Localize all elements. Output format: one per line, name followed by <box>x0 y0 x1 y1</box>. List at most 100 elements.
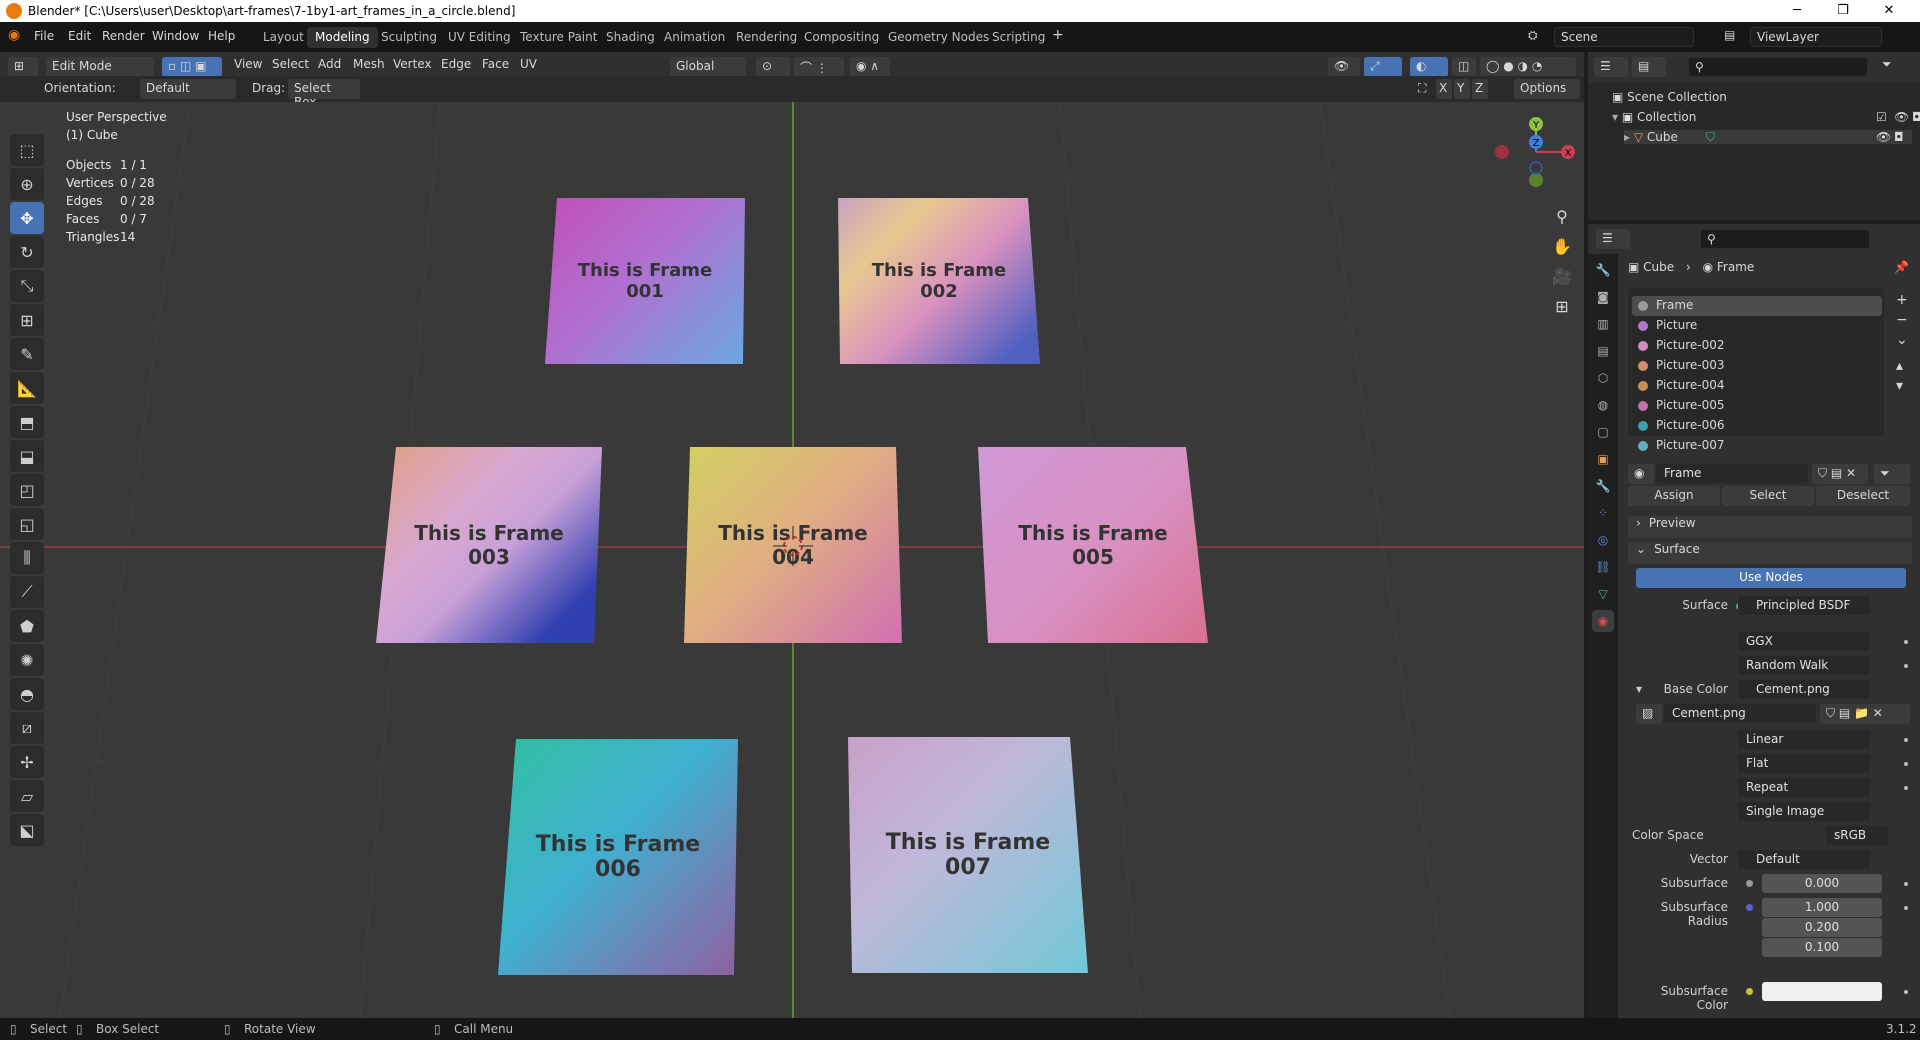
menu-view[interactable]: View <box>234 57 262 71</box>
data-tab-icon[interactable]: ▽ <box>1592 583 1614 605</box>
drag-dropdown[interactable]: Select Box <box>288 79 360 109</box>
editor-type-icon[interactable]: ⊞ <box>8 57 38 77</box>
3d-viewport[interactable]: ⬚ ⊕ ✥ ↻ ⤡ ⊞ ✎ 📐 ⬒ ⬓ ◰ ◱ ⫼ ⟋ ⬟ ✺ ◓ ⧄ ✢ ▱ … <box>0 102 1584 1018</box>
vector-link[interactable]: Default <box>1738 850 1870 869</box>
edge-slide-tool-icon[interactable]: ⧄ <box>10 712 44 744</box>
view-layer-selector[interactable]: ViewLayer <box>1750 27 1882 47</box>
gizmo-toggle-icon[interactable]: ⤢ <box>1364 57 1402 77</box>
options-dropdown[interactable]: Options <box>1514 79 1580 99</box>
use-nodes-button[interactable]: Use Nodes <box>1636 568 1906 588</box>
mirror-y[interactable]: Y <box>1454 79 1470 99</box>
spin-tool-icon[interactable]: ✺ <box>10 644 44 676</box>
snap-icon[interactable]: ⌒ ⋮ <box>794 57 844 77</box>
expand-icon[interactable]: ▾ <box>1612 110 1622 124</box>
physics-tab-icon[interactable]: ◎ <box>1592 529 1614 551</box>
scene-selector[interactable]: Scene <box>1554 27 1694 47</box>
tab-rendering[interactable]: Rendering <box>728 27 805 48</box>
tab-animation[interactable]: Animation <box>656 27 733 48</box>
select-mode-buttons[interactable]: ▫ ◫ ▣ <box>162 57 222 77</box>
eye-icon[interactable]: 👁 <box>1894 110 1909 124</box>
frame-003[interactable]: This is Frame 003 <box>376 447 602 643</box>
menu-mesh[interactable]: Mesh <box>353 57 385 71</box>
shear-tool-icon[interactable]: ▱ <box>10 780 44 812</box>
image-datablock-buttons[interactable]: ⛉ ▤ 📁 ✕ <box>1820 704 1910 724</box>
orientation-dropdown[interactable]: Default <box>140 79 236 99</box>
material-slot[interactable]: Picture-007 <box>1632 436 1882 456</box>
rip-tool-icon[interactable]: ⬕ <box>10 814 44 846</box>
inset-tool-icon[interactable]: ◰ <box>10 474 44 506</box>
subsurface-radius-y[interactable]: 0.200 <box>1762 918 1882 937</box>
projection-dropdown[interactable]: Flat <box>1738 754 1870 773</box>
material-slot[interactable]: Frame <box>1632 296 1882 316</box>
render-camera-icon[interactable]: ◘ <box>1912 110 1920 124</box>
collection-tab-icon[interactable]: ▢ <box>1592 421 1614 443</box>
shrink-fatten-tool-icon[interactable]: ✢ <box>10 746 44 778</box>
measure-tool-icon[interactable]: 📐 <box>10 372 44 404</box>
outliner-editor-type-icon[interactable]: ☰ <box>1594 57 1628 77</box>
menu-edit[interactable]: Edit <box>68 29 91 43</box>
tab-geometry-nodes[interactable]: Geometry Nodes <box>880 27 997 48</box>
outliner-search-input[interactable]: ⚲ <box>1688 57 1868 77</box>
cursor-tool-icon[interactable]: ⊕ <box>10 168 44 200</box>
navigation-gizmo[interactable]: Y X Z <box>1484 106 1584 196</box>
material-name-input[interactable]: Frame <box>1656 464 1808 483</box>
move-tool-icon[interactable]: ✥ <box>10 202 44 234</box>
material-slot[interactable]: Picture-006 <box>1632 416 1882 436</box>
add-slot-icon[interactable]: + <box>1896 290 1908 310</box>
subsurface-radius-z[interactable]: 0.100 <box>1762 938 1882 957</box>
material-datablock-buttons[interactable]: ⛉ ▤ ✕ <box>1812 464 1868 484</box>
knife-tool-icon[interactable]: ⟋ <box>10 576 44 608</box>
assign-button[interactable]: Assign <box>1628 486 1720 506</box>
slot-menu-icon[interactable]: ⌄ <box>1896 330 1908 350</box>
constraints-tab-icon[interactable]: ⛓ <box>1592 556 1614 578</box>
object-tab-icon[interactable]: ▣ <box>1592 448 1614 470</box>
move-down-icon[interactable]: ▾ <box>1896 376 1908 396</box>
frame-002[interactable]: This is Frame 002 <box>838 198 1040 364</box>
material-slot[interactable]: Picture-003 <box>1632 356 1882 376</box>
menu-uv[interactable]: UV <box>520 57 537 71</box>
tab-layout[interactable]: Layout <box>255 27 312 48</box>
preview-panel-header[interactable]: › Preview <box>1628 516 1912 538</box>
image-browse-icon[interactable]: ▨ <box>1636 704 1662 724</box>
tab-shading[interactable]: Shading <box>598 27 663 48</box>
extension-dropdown[interactable]: Repeat <box>1738 778 1870 797</box>
scale-tool-icon[interactable]: ⤡ <box>10 270 44 302</box>
tab-texture-paint[interactable]: Texture Paint <box>512 27 605 48</box>
browse-material-icon[interactable]: ◉ <box>1628 464 1654 484</box>
remove-slot-icon[interactable]: − <box>1896 310 1908 330</box>
mode-selector[interactable]: Edit Mode <box>46 57 154 77</box>
subsurface-field[interactable]: 0.000 <box>1762 874 1882 893</box>
tab-sculpting[interactable]: Sculpting <box>373 27 445 48</box>
properties-editor-type-icon[interactable]: ☰ <box>1596 229 1630 249</box>
expand-icon[interactable]: ▸ <box>1624 130 1634 144</box>
add-workspace-icon[interactable]: + <box>1052 27 1064 43</box>
material-filter-icon[interactable]: ⏷ <box>1874 464 1910 484</box>
proportional-edit-icon[interactable]: ◉ ∧ <box>850 57 890 77</box>
overlay-toggle-icon[interactable]: ◐ <box>1410 57 1448 77</box>
material-slot[interactable]: Picture-002 <box>1632 336 1882 356</box>
collection-row[interactable]: ▾ ▣ Collection ☑ 👁 ◘ <box>1612 110 1920 124</box>
tool-tab-icon[interactable]: 🔧 <box>1592 259 1614 281</box>
mirror-z[interactable]: Z <box>1472 79 1488 99</box>
poly-build-tool-icon[interactable]: ⬟ <box>10 610 44 642</box>
shading-mode-buttons[interactable]: ◯ ● ◑ ◔ <box>1480 57 1576 77</box>
source-dropdown[interactable]: Single Image <box>1738 802 1870 821</box>
mirror-x[interactable]: X <box>1436 79 1452 99</box>
subsurface-radius-x[interactable]: 1.000 <box>1762 898 1882 917</box>
world-tab-icon[interactable]: ◍ <box>1592 394 1614 416</box>
menu-add[interactable]: Add <box>318 57 341 71</box>
surface-panel-header[interactable]: ⌄ Surface <box>1628 542 1912 564</box>
scene-icon[interactable]: ⛭ <box>1528 28 1538 43</box>
output-tab-icon[interactable]: ▥ <box>1592 313 1614 335</box>
material-slot[interactable]: Picture-004 <box>1632 376 1882 396</box>
menu-window[interactable]: Window <box>152 29 199 43</box>
blender-menu-icon[interactable]: ◉ <box>8 27 20 43</box>
tab-scripting[interactable]: Scripting <box>984 27 1053 48</box>
menu-edge[interactable]: Edge <box>441 57 471 71</box>
deselect-button[interactable]: Deselect <box>1816 486 1910 506</box>
visibility-icon[interactable]: 👁 <box>1328 57 1360 77</box>
cube-row[interactable]: ▸ ▽ Cube ⛉ 👁 ◘ <box>1624 130 1912 144</box>
subsurface-color-swatch[interactable] <box>1762 982 1882 1001</box>
select-button[interactable]: Select <box>1722 486 1814 506</box>
pivot-icon[interactable]: ⊙ <box>756 57 790 77</box>
